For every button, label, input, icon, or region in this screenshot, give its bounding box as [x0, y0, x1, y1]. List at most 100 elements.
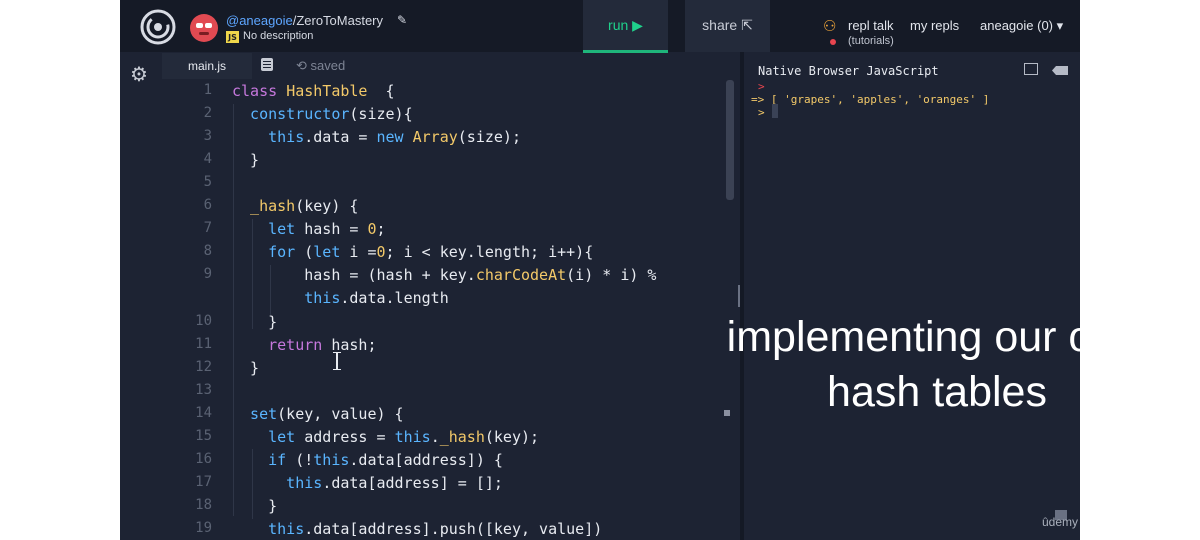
- history-icon: ⟲: [296, 58, 307, 73]
- line-number: 17: [195, 474, 212, 490]
- indent-guide: [270, 265, 271, 315]
- repl-talk-link[interactable]: repl talk: [848, 18, 894, 33]
- code-line[interactable]: this.data[address] = [];: [232, 473, 503, 493]
- line-number: 19: [195, 520, 212, 536]
- pane-divider[interactable]: [740, 52, 744, 540]
- file-tab-main-js[interactable]: main.js: [162, 53, 252, 79]
- udemy-watermark: ûdemy: [1042, 515, 1079, 529]
- caption-line: hash tables: [827, 368, 1047, 416]
- notification-dot: [830, 39, 836, 45]
- clear-console-icon[interactable]: [1052, 66, 1068, 75]
- code-token: set: [232, 405, 278, 423]
- avatar-eye-left: [196, 23, 203, 28]
- code-token: let: [313, 243, 350, 261]
- code-token: }: [232, 313, 278, 331]
- format-icon-line: [263, 64, 271, 65]
- code-line[interactable]: }: [232, 312, 277, 332]
- repl-description[interactable]: No description: [243, 30, 313, 42]
- share-icon: ⇱: [741, 17, 753, 33]
- code-token: this: [232, 520, 305, 538]
- console-prompt: >: [758, 80, 765, 93]
- code-token: {: [367, 82, 395, 100]
- line-number: 15: [195, 428, 212, 444]
- line-number: 8: [203, 243, 212, 259]
- code-token: Array: [412, 128, 458, 146]
- repl-talk-sub-label[interactable]: (tutorials): [848, 35, 894, 47]
- replit-logo-icon[interactable]: [140, 9, 176, 45]
- code-token: address =: [304, 428, 395, 446]
- pane-divider-handle[interactable]: [738, 285, 740, 307]
- code-token: this: [232, 128, 305, 146]
- code-token: this: [313, 451, 350, 469]
- repl-title[interactable]: @aneagoie/ZeroToMastery: [226, 13, 383, 28]
- code-token: (size){: [349, 105, 413, 123]
- code-line[interactable]: this.data.length: [232, 288, 449, 308]
- user-menu[interactable]: aneagoie (0) ▾: [980, 18, 1063, 34]
- code-line[interactable]: class HashTable {: [232, 81, 395, 101]
- console-output: => [ 'grapes', 'apples', 'oranges' ]: [751, 93, 990, 106]
- console-input[interactable]: [772, 104, 778, 118]
- line-number: 14: [195, 405, 212, 421]
- language-badge: JS: [226, 31, 239, 43]
- code-token: for: [232, 243, 305, 261]
- code-token: if: [232, 451, 296, 469]
- line-number: 10: [195, 313, 212, 329]
- code-token: (key);: [484, 428, 540, 446]
- line-number: 12: [195, 359, 212, 375]
- line-number: 1: [203, 82, 212, 98]
- code-line[interactable]: if (!this.data[address]) {: [232, 450, 503, 470]
- code-token: hash =: [304, 220, 368, 238]
- line-number-gutter: 1 2 3 4 5 6 7 8 9 10 11 12 13 14 15 16 17 18 19: [162, 80, 218, 540]
- community-icon[interactable]: ⚇: [823, 17, 836, 35]
- code-line[interactable]: hash = (hash + key.charCodeAt(i) * i) %: [232, 265, 656, 285]
- code-token: _hash: [439, 428, 485, 446]
- code-line[interactable]: _hash(key) {: [232, 196, 358, 216]
- code-token: (i) * i) %: [566, 266, 657, 284]
- share-button[interactable]: share ⇱: [685, 0, 770, 52]
- cursor-cap-bottom: [333, 369, 341, 370]
- code-token: _hash: [232, 197, 296, 215]
- repl-owner-link[interactable]: @aneagoie: [226, 13, 293, 28]
- code-token: ; i < key.length; i++){: [385, 243, 594, 261]
- code-line[interactable]: }: [232, 150, 259, 170]
- editor-scrollbar[interactable]: [726, 80, 734, 200]
- lecture-caption: implementing our own hash tables: [708, 310, 1166, 420]
- cursor-stem: [336, 352, 338, 370]
- code-line[interactable]: constructor(size){: [232, 104, 413, 124]
- code-line[interactable]: let hash = 0;: [232, 219, 385, 239]
- my-repls-link[interactable]: my repls: [910, 18, 959, 33]
- code-line[interactable]: return hash;: [232, 335, 376, 355]
- code-line[interactable]: }: [232, 496, 277, 516]
- line-number: 5: [203, 174, 212, 190]
- code-token: .data =: [304, 128, 377, 146]
- gear-icon[interactable]: ⚙: [130, 62, 148, 87]
- line-number: 3: [203, 128, 212, 144]
- code-token: }: [232, 151, 260, 169]
- code-token: return: [232, 336, 332, 354]
- code-token: i =: [349, 243, 377, 261]
- code-token: (key) {: [295, 197, 359, 215]
- line-number: 18: [195, 497, 212, 513]
- code-line[interactable]: set(key, value) {: [232, 404, 404, 424]
- line-number: 6: [203, 197, 212, 213]
- code-line[interactable]: this.data[address].push([key, value]): [232, 519, 602, 539]
- avatar-mouth: [199, 32, 209, 35]
- code-line[interactable]: this.data = new Array(size);: [232, 127, 521, 147]
- code-token: .data[address].push([key, value]): [304, 520, 603, 538]
- code-line[interactable]: for (let i =0; i < key.length; i++){: [232, 242, 593, 262]
- run-button[interactable]: run ▶: [583, 0, 668, 53]
- code-token: }: [232, 497, 278, 515]
- code-token: (!: [295, 451, 314, 469]
- code-line[interactable]: }: [232, 358, 259, 378]
- code-token: hash = (hash + key.: [232, 266, 476, 284]
- code-token: (size);: [457, 128, 521, 146]
- open-in-new-icon[interactable]: [1024, 63, 1038, 75]
- line-number: 7: [203, 220, 212, 236]
- top-bar: @aneagoie/ZeroToMastery ✎ JS No descript…: [120, 0, 1080, 53]
- code-line[interactable]: let address = this._hash(key);: [232, 427, 539, 447]
- format-icon-line: [263, 61, 271, 62]
- code-token: .data[address]) {: [349, 451, 503, 469]
- pencil-icon[interactable]: ✎: [397, 13, 407, 27]
- format-icon[interactable]: [261, 58, 273, 71]
- avatar[interactable]: [190, 14, 218, 42]
